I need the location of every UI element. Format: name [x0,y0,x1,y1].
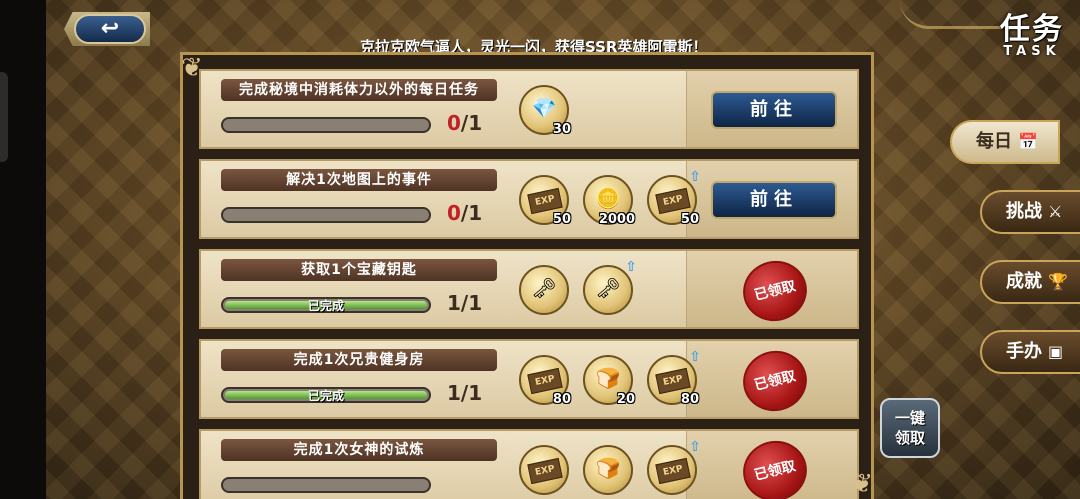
exp-label: EXP [527,457,563,485]
task-progress-current: 0 [447,111,461,135]
boost-arrow-icon: ⇧ [625,259,637,275]
page-title-en: TASK [1003,44,1061,59]
task-name: 完成1次女神的试炼 [221,439,497,461]
reward-quantity: 2000 [598,212,635,227]
rainbow-crystal-icon[interactable]: 💎 30 [519,85,571,137]
task-row: 完成秘境中消耗体力以外的每日任务 0/1 💎 30 前往 [199,69,859,149]
task-progress-bar: 已完成 [221,387,431,403]
task-progress-total: /1 [460,291,483,315]
task-name: 完成秘境中消耗体力以外的每日任务 [221,79,497,101]
task-progress-count: 0/1 [447,111,507,135]
reward-glyph: 🗝 [595,276,621,300]
reward-quantity: 50 [680,212,699,227]
tab-2[interactable]: 成就 🏆 [980,260,1080,304]
claim-all-label-2: 领取 [894,429,925,447]
task-progress-status: 已完成 [307,389,344,403]
crossed-swords-icon: ⚔ [1048,202,1063,221]
tab-label: 成就 [1006,271,1042,292]
exp-ticket-icon[interactable]: EXP 80 ⇧ [647,349,701,407]
exp-label: EXP [655,367,691,395]
back-arrow-icon: ↩ [74,14,146,44]
reward-glyph: 🪙 [595,186,621,210]
task-list-panel[interactable]: ❦ 完成秘境中消耗体力以外的每日任务 0/1 💎 30 前往 解决1次地图上的事件 0/1 E… [180,52,874,499]
task-progress-current: 1 [447,291,461,315]
boost-arrow-icon: ⇧ [689,169,701,185]
bread-icon[interactable]: 🍞 20 [583,355,635,407]
task-progress-count: 1/1 [447,291,507,315]
go-button[interactable]: 前往 [711,181,837,219]
task-progress-total: /1 [460,201,483,225]
boost-arrow-icon: ⇧ [689,349,701,365]
reward-quantity: 80 [552,392,571,407]
task-progress-bar: 已完成 [221,297,431,313]
tab-label: 挑战 [1006,201,1042,222]
task-progress-bar [221,477,431,493]
task-progress-current: 0 [447,201,461,225]
exp-label: EXP [527,187,563,215]
reward-glyph: 🍞 [595,366,621,390]
calendar-icon: 📅 [1018,132,1038,151]
reward-glyph: 🍞 [595,456,621,480]
exp-ticket-icon[interactable]: EXP ⇧ [647,439,701,495]
tab-1[interactable]: 挑战 ⚔ [980,190,1080,234]
task-name: 解决1次地图上的事件 [221,169,497,191]
reward-glyph: 🗝 [531,276,557,300]
reward-quantity: 80 [680,392,699,407]
tab-label: 手办 [1006,341,1042,362]
claim-all-button[interactable]: 一键 领取 [880,398,940,458]
task-progress-bar [221,207,431,223]
task-row: 完成1次女神的试炼 EXP 🍞 EXP ⇧ 已领取 [199,429,859,499]
page-title-cn: 任务 [1000,12,1064,47]
task-name: 完成1次兄贵健身房 [221,349,497,371]
exp-label: EXP [655,457,691,485]
task-progress-status: 已完成 [307,299,344,313]
treasure-key-icon[interactable]: 🗝 [519,265,569,315]
tab-3[interactable]: 手办 ▣ [980,330,1080,374]
task-row: 完成1次兄贵健身房 已完成 1/1 EXP 80 🍞 20 EXP 80 ⇧ 已领取 [199,339,859,419]
go-button[interactable]: 前往 [711,91,837,129]
page-title: 任务 TASK [1000,4,1064,59]
figure-icon: ▣ [1048,342,1064,361]
task-row: 获取1个宝藏钥匙 已完成 1/1 🗝 🗝 ⇧ 已领取 [199,249,859,329]
task-progress-total: /1 [460,381,483,405]
panel-ornament-icon: ❦ [851,469,873,499]
task-progress-count: 1/1 [447,381,507,405]
exp-ticket-icon[interactable]: EXP [519,445,569,495]
boost-arrow-icon: ⇧ [689,439,701,455]
reward-glyph: 💎 [531,96,557,120]
exp-label: EXP [527,367,563,395]
tab-label: 每日 [976,131,1012,152]
tab-0[interactable]: 每日 📅 [950,120,1060,164]
screen-left-edge [0,0,46,499]
task-name: 获取1个宝藏钥匙 [221,259,497,281]
back-button[interactable]: ↩ [64,8,150,50]
exp-label: EXP [655,187,691,215]
trophy-icon: 🏆 [1048,272,1068,291]
edge-handle [0,72,8,162]
claim-all-label-1: 一键 [894,409,925,427]
reward-quantity: 20 [616,392,635,407]
exp-ticket-icon[interactable]: EXP 80 [519,355,571,407]
task-row: 解决1次地图上的事件 0/1 EXP 50 🪙 2000 EXP 50 ⇧ 前往 [199,159,859,239]
task-progress-count: 0/1 [447,201,507,225]
bread-icon[interactable]: 🍞 [583,445,633,495]
treasure-key-icon[interactable]: 🗝 ⇧ [583,259,637,315]
reward-quantity: 30 [552,122,571,137]
exp-ticket-icon[interactable]: EXP 50 [519,175,571,227]
reward-quantity: 50 [552,212,571,227]
task-progress-total: /1 [460,111,483,135]
task-progress-current: 1 [447,381,461,405]
exp-ticket-icon[interactable]: EXP 50 ⇧ [647,169,701,227]
gold-coin-icon[interactable]: 🪙 2000 [583,175,635,227]
task-progress-bar [221,117,431,133]
